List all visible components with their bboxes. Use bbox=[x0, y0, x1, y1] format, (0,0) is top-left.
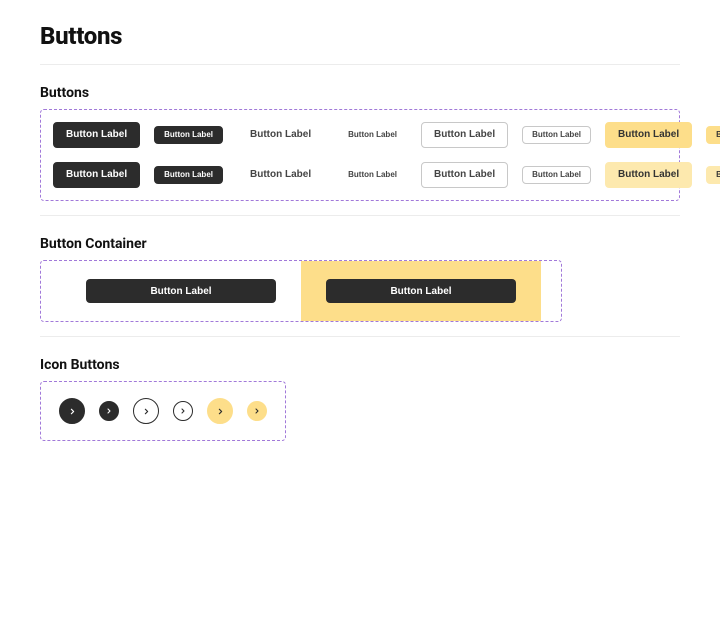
button-yellow-large[interactable]: Button Label bbox=[605, 122, 692, 148]
button-dark-large[interactable]: Button Label bbox=[53, 122, 140, 148]
buttons-variant-frame: Button Label Button Label Button Label B… bbox=[40, 109, 680, 201]
container-button-highlighted[interactable]: Button Label bbox=[326, 279, 516, 303]
button-yellow-small[interactable]: Button Label bbox=[706, 126, 720, 144]
chevron-right-icon bbox=[253, 407, 261, 415]
icon-buttons-variant-frame bbox=[40, 381, 286, 441]
page-title: Buttons bbox=[40, 22, 680, 50]
button-dark-small[interactable]: Button Label bbox=[154, 126, 223, 144]
button-ghost-small-alt[interactable]: Button Label bbox=[338, 166, 407, 184]
icon-button-dark-small[interactable] bbox=[99, 401, 119, 421]
button-container-row: Button Label Button Label bbox=[41, 261, 561, 321]
chevron-right-icon bbox=[68, 407, 77, 416]
button-ghost-large[interactable]: Button Label bbox=[237, 122, 324, 148]
button-outlined-small-alt[interactable]: Button Label bbox=[522, 166, 591, 184]
chevron-right-icon bbox=[105, 407, 113, 415]
button-container-section: Button Container Button Label Button Lab… bbox=[40, 236, 680, 322]
button-container-variant-frame: Button Label Button Label bbox=[40, 260, 562, 322]
icon-button-dark-large[interactable] bbox=[59, 398, 85, 424]
button-yellow-large-alt[interactable]: Button Label bbox=[605, 162, 692, 188]
icon-buttons-row bbox=[51, 392, 275, 430]
icon-buttons-section: Icon Buttons bbox=[40, 357, 680, 441]
button-dark-large-alt[interactable]: Button Label bbox=[53, 162, 140, 188]
chevron-right-icon bbox=[216, 407, 225, 416]
icon-button-yellow-large[interactable] bbox=[207, 398, 233, 424]
button-yellow-small-alt[interactable]: Button Label bbox=[706, 166, 720, 184]
section-heading-icon-buttons: Icon Buttons bbox=[40, 357, 680, 373]
icon-button-yellow-small[interactable] bbox=[247, 401, 267, 421]
button-container-cell-highlighted: Button Label bbox=[301, 261, 541, 321]
button-ghost-large-alt[interactable]: Button Label bbox=[237, 162, 324, 188]
buttons-section: Buttons Button Label Button Label Button… bbox=[40, 85, 680, 201]
section-heading-buttons: Buttons bbox=[40, 85, 680, 101]
chevron-right-icon bbox=[142, 407, 151, 416]
button-outlined-small[interactable]: Button Label bbox=[522, 126, 591, 144]
icon-button-outline-small[interactable] bbox=[173, 401, 193, 421]
button-ghost-small[interactable]: Button Label bbox=[338, 126, 407, 144]
button-outlined-large-alt[interactable]: Button Label bbox=[421, 162, 508, 188]
buttons-grid: Button Label Button Label Button Label B… bbox=[53, 122, 667, 188]
divider bbox=[40, 336, 680, 337]
button-outlined-large[interactable]: Button Label bbox=[421, 122, 508, 148]
container-button-plain[interactable]: Button Label bbox=[86, 279, 276, 303]
icon-button-outline-large[interactable] bbox=[133, 398, 159, 424]
button-container-cell-plain: Button Label bbox=[61, 261, 301, 321]
divider bbox=[40, 215, 680, 216]
chevron-right-icon bbox=[179, 407, 187, 415]
button-dark-small-alt[interactable]: Button Label bbox=[154, 166, 223, 184]
section-heading-container: Button Container bbox=[40, 236, 680, 252]
divider bbox=[40, 64, 680, 65]
design-system-buttons-page: Buttons Buttons Button Label Button Labe… bbox=[0, 0, 720, 493]
